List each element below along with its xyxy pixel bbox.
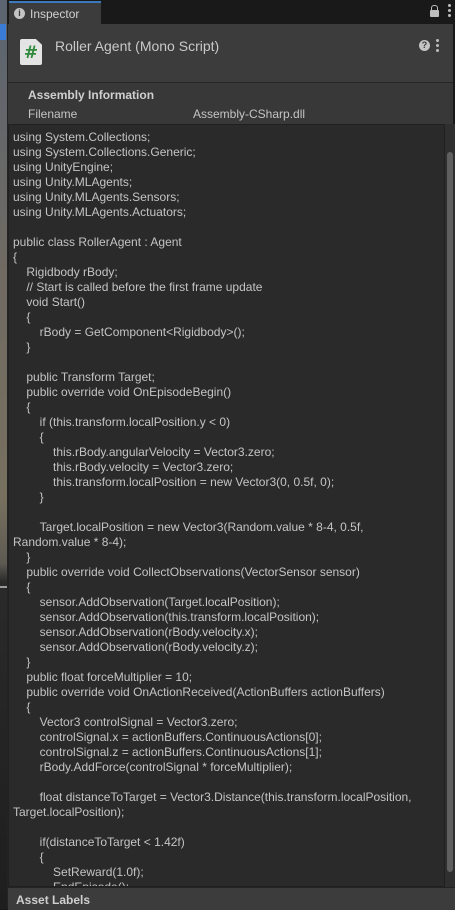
asset-title: Roller Agent (Mono Script)	[55, 38, 220, 54]
script-source-text: using System.Collections; using System.C…	[13, 130, 412, 887]
help-icon[interactable]: ?	[419, 40, 430, 51]
scene-divider	[0, 586, 7, 588]
csharp-script-icon: #	[20, 39, 42, 65]
lock-icon[interactable]	[430, 4, 439, 17]
tab-label: Inspector	[30, 6, 80, 21]
info-icon: i	[14, 8, 25, 19]
tab-inspector[interactable]: i Inspector	[9, 1, 101, 24]
asset-labels-bar[interactable]: Asset Labels	[8, 887, 455, 910]
assembly-heading: Assembly Information	[28, 88, 155, 102]
script-preview[interactable]: using System.Collections; using System.C…	[8, 124, 445, 887]
inspector-header: # Roller Agent (Mono Script) ?	[8, 24, 453, 83]
scene-view-edge	[0, 0, 7, 909]
component-menu-icon[interactable]	[436, 39, 439, 52]
filename-label: Filename	[28, 107, 78, 121]
scene-selection-marker	[0, 24, 6, 40]
tab-menu-icon[interactable]	[448, 4, 451, 17]
filename-value: Assembly-CSharp.dll	[193, 107, 306, 121]
tab-bar: i Inspector	[7, 0, 455, 24]
scrollbar-thumb[interactable]	[447, 152, 453, 872]
assembly-information: Assembly Information Filename Assembly-C…	[8, 82, 453, 124]
tab-actions	[430, 4, 451, 17]
asset-labels-heading: Asset Labels	[16, 893, 91, 907]
